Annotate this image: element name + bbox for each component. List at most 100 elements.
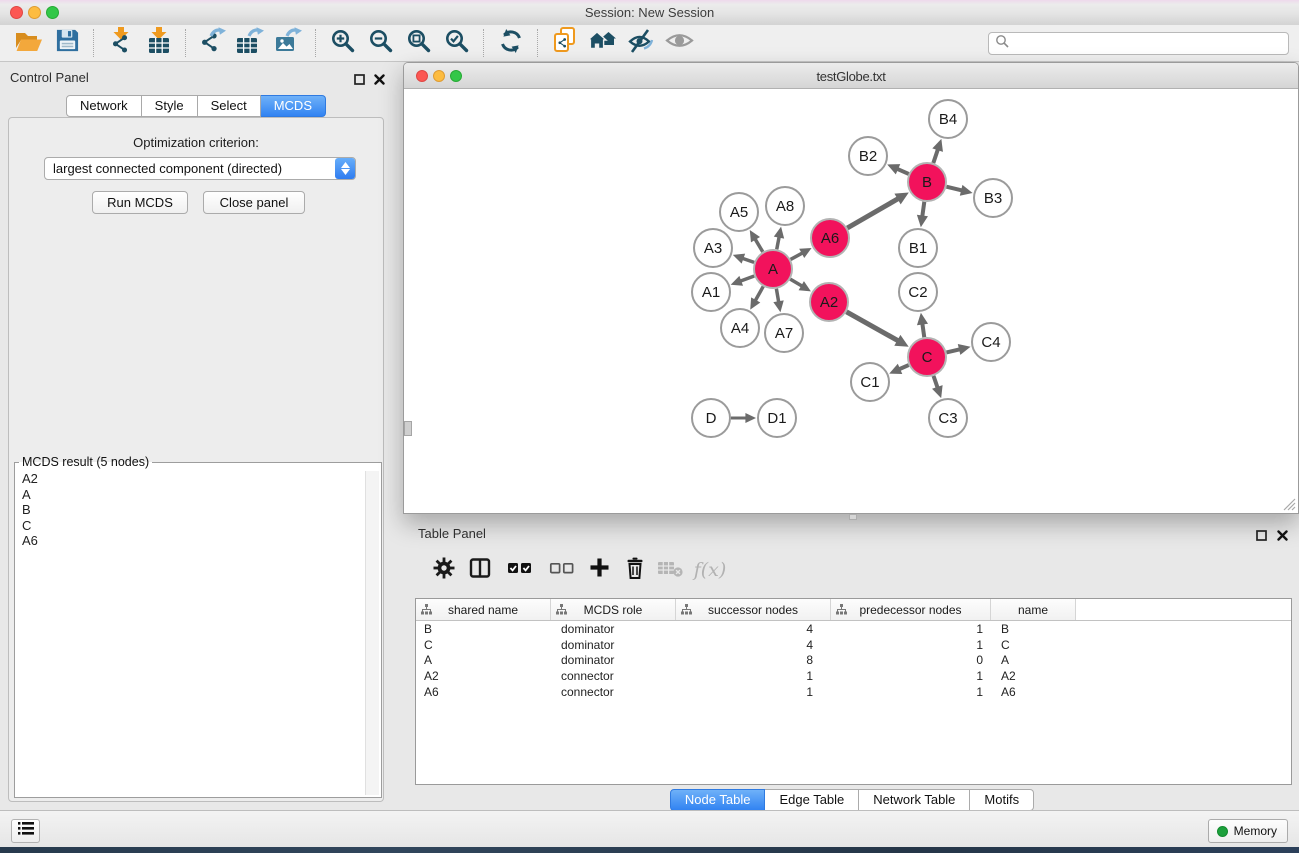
- edge-A-A6[interactable]: [791, 252, 804, 259]
- edge-A-A2[interactable]: [790, 279, 803, 287]
- desktop-background-strip: [0, 847, 1299, 853]
- network-graph[interactable]: B4B2BB3A5A8A6A3B1AA1C2A2A4A7C4CC1C3DD1: [405, 89, 1297, 513]
- criterion-select[interactable]: largest connected component (directed): [44, 157, 356, 180]
- column-header-MCDS-role[interactable]: MCDS role: [551, 599, 676, 620]
- table-row[interactable]: A2connector11A2: [416, 668, 1291, 684]
- table-cell: 1: [676, 669, 831, 683]
- hide-selected-button[interactable]: [622, 27, 660, 59]
- column-header-label: shared name: [448, 603, 518, 617]
- memory-button[interactable]: Memory: [1208, 819, 1288, 843]
- settings-gear-button[interactable]: [427, 552, 461, 588]
- column-header-label: successor nodes: [708, 603, 798, 617]
- edge-A-A4[interactable]: [755, 286, 763, 301]
- edge-C-C2[interactable]: [922, 323, 924, 338]
- zoom-fit-button[interactable]: [400, 27, 438, 59]
- export-table-button[interactable]: [232, 27, 270, 59]
- first-neighbors-button[interactable]: [584, 27, 622, 59]
- column-header-shared-name[interactable]: shared name: [416, 599, 551, 620]
- edge-C-C4[interactable]: [946, 349, 961, 352]
- refresh-layout-button[interactable]: [492, 27, 530, 59]
- new-network-from-selection-button[interactable]: [546, 27, 584, 59]
- edge-B-B1[interactable]: [922, 202, 924, 218]
- table-cell: 1: [676, 685, 831, 699]
- edge-B-B4[interactable]: [933, 148, 938, 163]
- select-checked-button[interactable]: [503, 552, 537, 588]
- tab-network-table[interactable]: Network Table: [859, 789, 970, 811]
- zoom-out-button[interactable]: [362, 27, 400, 59]
- network-window-titlebar[interactable]: testGlobe.txt: [404, 63, 1298, 89]
- column-header-predecessor-nodes[interactable]: predecessor nodes: [831, 599, 991, 620]
- mcds-result-item[interactable]: C: [17, 518, 366, 534]
- tab-node-table[interactable]: Node Table: [670, 789, 766, 811]
- table-row[interactable]: Cdominator41C: [416, 637, 1291, 653]
- tab-motifs[interactable]: Motifs: [970, 789, 1034, 811]
- mcds-result-item[interactable]: A2: [17, 471, 366, 487]
- app-titlebar: Session: New Session: [0, 0, 1299, 26]
- table-row[interactable]: A6connector11A6: [416, 684, 1291, 700]
- task-history-button[interactable]: [11, 819, 40, 843]
- save-session-button[interactable]: [48, 27, 86, 59]
- mcds-result-item[interactable]: A6: [17, 533, 366, 549]
- tab-mcds[interactable]: MCDS: [261, 95, 326, 117]
- column-header-empty: [1076, 599, 1291, 620]
- network-canvas[interactable]: B4B2BB3A5A8A6A3B1AA1C2A2A4A7C4CC1C3DD1: [405, 89, 1297, 513]
- close-panel-button[interactable]: Close panel: [203, 191, 305, 214]
- result-scrollbar[interactable]: [365, 471, 379, 795]
- graph-node-label: C2: [908, 284, 927, 301]
- mcds-result-list: A2ABCA6: [17, 471, 366, 795]
- optimization-criterion-label: Optimization criterion:: [0, 135, 392, 150]
- table-toolbar: f(x): [411, 548, 1293, 592]
- toolbar-separator: [483, 29, 485, 57]
- table-cell: C: [416, 638, 551, 652]
- table-cell: 4: [676, 638, 831, 652]
- float-panel-icon[interactable]: [1256, 528, 1269, 541]
- column-header-name[interactable]: name: [991, 599, 1076, 620]
- tab-select[interactable]: Select: [198, 95, 261, 117]
- show-all-button[interactable]: [660, 27, 698, 59]
- edge-A2-C[interactable]: [846, 312, 899, 342]
- edge-arrowhead-icon: [745, 413, 756, 423]
- vertical-scrollbar-thumb[interactable]: [404, 421, 412, 436]
- delete-button[interactable]: [618, 552, 652, 588]
- zoom-selected-button[interactable]: [438, 27, 476, 59]
- mcds-result-item[interactable]: B: [17, 502, 366, 518]
- tab-network[interactable]: Network: [66, 95, 142, 117]
- column-header-successor-nodes[interactable]: successor nodes: [676, 599, 831, 620]
- table-cell: connector: [551, 669, 676, 683]
- edge-A6-B[interactable]: [847, 198, 899, 228]
- table-row[interactable]: Bdominator41B: [416, 621, 1291, 637]
- open-session-button[interactable]: [10, 27, 48, 59]
- edge-A-A8[interactable]: [777, 236, 780, 250]
- add-button[interactable]: [582, 552, 616, 588]
- close-panel-icon[interactable]: [374, 72, 387, 85]
- edge-A-A7[interactable]: [776, 289, 778, 304]
- edge-B-B3[interactable]: [946, 187, 963, 191]
- edge-B-B2[interactable]: [896, 168, 909, 174]
- save-session-icon: [55, 28, 80, 58]
- graph-node-label: A6: [821, 230, 839, 247]
- select-unchecked-button[interactable]: [545, 552, 579, 588]
- run-mcds-button[interactable]: Run MCDS: [92, 191, 188, 214]
- tab-edge-table[interactable]: Edge Table: [765, 789, 859, 811]
- close-panel-icon[interactable]: [1277, 528, 1290, 541]
- open-session-icon: [14, 29, 44, 58]
- select-stepper-icon: [335, 158, 355, 179]
- search-input[interactable]: [1013, 35, 1288, 51]
- resize-grip-icon[interactable]: [1283, 498, 1296, 511]
- tab-style[interactable]: Style: [142, 95, 198, 117]
- table-row[interactable]: Adominator80A: [416, 653, 1291, 669]
- float-panel-icon[interactable]: [354, 72, 367, 85]
- edge-C-C3[interactable]: [934, 376, 938, 389]
- import-table-button[interactable]: [140, 27, 178, 59]
- export-image-button[interactable]: [270, 27, 308, 59]
- zoom-in-button[interactable]: [324, 27, 362, 59]
- mcds-result-item[interactable]: A: [17, 487, 366, 503]
- edge-A-A3[interactable]: [742, 258, 755, 262]
- search-field[interactable]: [988, 32, 1289, 55]
- import-network-button[interactable]: [102, 27, 140, 59]
- edge-A-A5[interactable]: [754, 238, 762, 252]
- table-cell: A: [416, 653, 551, 667]
- export-network-button[interactable]: [194, 27, 232, 59]
- edge-A-A1[interactable]: [739, 276, 754, 282]
- split-view-button[interactable]: [463, 552, 497, 588]
